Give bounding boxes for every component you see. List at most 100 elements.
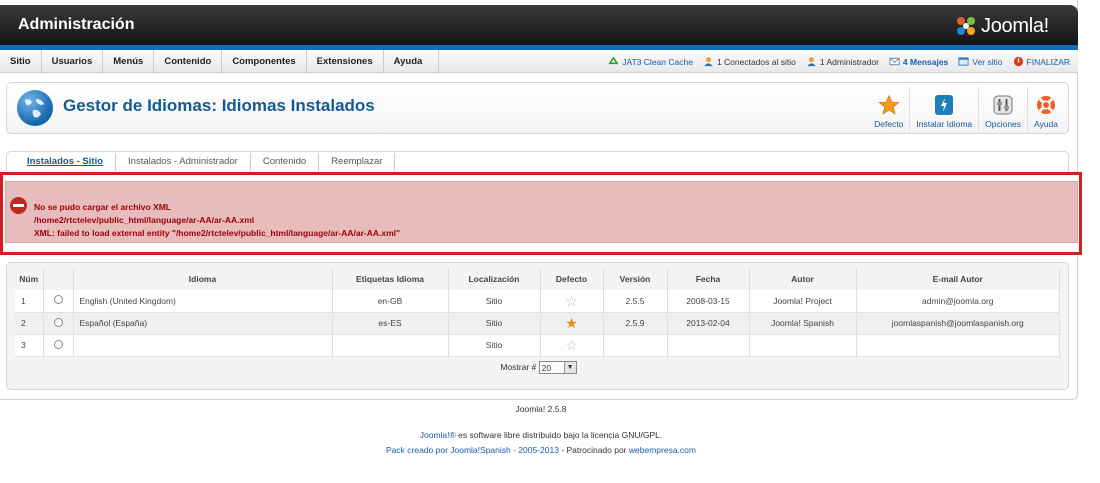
row-version: 2.5.9: [603, 312, 668, 335]
error-line-1: No se pudo cargar el archivo XML: [34, 202, 171, 212]
row-language: English (United Kingdom): [73, 290, 333, 313]
pack-link[interactable]: Pack creado por Joomla!Spanish - 2005-20…: [386, 445, 559, 455]
logout-icon: [1013, 56, 1023, 67]
row-author: Joomla! Project: [749, 290, 857, 313]
install-language-button[interactable]: Instalar Idioma: [909, 87, 978, 131]
options-icon: [993, 95, 1013, 115]
col-location[interactable]: Localización: [448, 268, 541, 290]
menu-extensiones[interactable]: Extensiones: [307, 50, 384, 73]
table-row: 3 Sitio ☆: [15, 334, 1060, 357]
users-icon: [704, 57, 713, 67]
joomla-logo[interactable]: Joomla!: [954, 13, 1049, 39]
row-default-cell: ★: [540, 312, 604, 335]
view-site-icon: [958, 57, 969, 66]
default-button[interactable]: Defecto: [868, 87, 909, 131]
license-text: es software libre distribuido bajo la li…: [455, 430, 663, 440]
row-radio[interactable]: [53, 317, 63, 327]
col-language[interactable]: Idioma: [73, 268, 333, 290]
col-author[interactable]: Autor: [749, 268, 857, 290]
pagination-limit: Mostrar # 20 ▼: [7, 361, 1070, 374]
row-email: [856, 334, 1060, 357]
view-site-link[interactable]: Ver sitio: [958, 56, 1003, 67]
dropdown-arrow-icon: ▼: [563, 362, 576, 373]
row-default-cell: ☆: [540, 290, 604, 313]
options-button-label: Opciones: [985, 119, 1022, 129]
toolbar-buttons: Defecto Instalar Idioma Opciones Ayuda: [868, 87, 1064, 131]
help-icon: [1037, 96, 1056, 114]
row-location: Sitio: [448, 312, 541, 335]
admin-header: Administración Joomla!: [0, 5, 1078, 45]
view-site-label: Ver sitio: [972, 56, 1003, 67]
menu-contenido[interactable]: Contenido: [154, 50, 223, 73]
menu-ayuda[interactable]: Ayuda: [384, 50, 440, 73]
row-language: [73, 334, 333, 357]
admin-users: 1 Administrador: [806, 56, 879, 67]
install-language-label: Instalar Idioma: [916, 119, 973, 129]
messages-link[interactable]: 4 Mensajes: [889, 56, 948, 67]
menu-usuarios[interactable]: Usuarios: [42, 50, 104, 73]
menu-menus[interactable]: Menús: [103, 50, 155, 73]
messages-label: 4 Mensajes: [902, 56, 949, 67]
table-row: 2 Español (España) es-ES Sitio ★ 2.5.9 2…: [15, 312, 1060, 335]
page-toolbar: Gestor de Idiomas: Idiomas Instalados De…: [6, 82, 1069, 134]
limit-value: 20: [541, 362, 552, 373]
error-message: No se pudo cargar el archivo XML /home2/…: [5, 181, 1078, 243]
status-bar: JAT3 Clean Cache 1 Conectados al sitio 1…: [608, 50, 1070, 73]
row-date: 2008-03-15: [667, 290, 750, 313]
star-outline-icon[interactable]: ☆: [565, 337, 578, 353]
submenu-tabs: Instalados - Sitio Instalados - Administ…: [6, 151, 1069, 172]
row-num: 2: [15, 312, 44, 335]
menu-componentes[interactable]: Componentes: [222, 50, 307, 73]
col-tag[interactable]: Etiquetas Idioma: [332, 268, 449, 290]
row-email: admin@joomla.org: [856, 290, 1060, 313]
logout-label: FINALIZAR: [1026, 56, 1070, 67]
clean-cache-link[interactable]: JAT3 Clean Cache: [608, 56, 693, 67]
admin-user-icon: [807, 57, 816, 67]
options-button[interactable]: Opciones: [978, 87, 1027, 131]
col-version[interactable]: Versión: [603, 268, 668, 290]
tab-installed-admin[interactable]: Instalados - Administrador: [116, 153, 251, 171]
limit-select[interactable]: 20 ▼: [538, 361, 577, 374]
footer-credits: Pack creado por Joomla!Spanish - 2005-20…: [0, 445, 1082, 455]
row-radio[interactable]: [53, 295, 63, 305]
star-icon: [878, 94, 900, 115]
main-menu: Sitio Usuarios Menús Contenido Component…: [0, 50, 440, 73]
star-filled-icon: ★: [565, 315, 578, 331]
col-default[interactable]: Defecto: [540, 268, 604, 290]
limit-label: Mostrar #: [500, 361, 537, 372]
menu-sitio[interactable]: Sitio: [0, 50, 42, 73]
tab-content[interactable]: Contenido: [251, 153, 320, 171]
row-author: [749, 334, 857, 357]
row-select-cell: [43, 312, 74, 335]
help-button[interactable]: Ayuda: [1027, 87, 1064, 131]
col-author-email[interactable]: E-mail Autor: [856, 268, 1060, 290]
footer-version: Joomla! 2.5.8: [515, 404, 567, 414]
row-select-cell: [43, 290, 74, 313]
row-version: [603, 334, 668, 357]
error-icon: [10, 197, 27, 214]
menu-bar: Sitio Usuarios Menús Contenido Component…: [0, 50, 1078, 73]
row-tag: es-ES: [332, 312, 449, 335]
tab-override[interactable]: Reemplazar: [319, 153, 396, 171]
row-tag: [332, 334, 449, 357]
row-date: 2013-02-04: [667, 312, 750, 335]
row-email: joomlaspanish@joomlaspanish.org: [856, 312, 1060, 335]
clean-cache-label: JAT3 Clean Cache: [622, 56, 693, 67]
row-default-cell: ☆: [540, 334, 604, 357]
logout-link[interactable]: FINALIZAR: [1013, 56, 1070, 67]
tab-installed-site[interactable]: Instalados - Sitio: [15, 153, 117, 171]
install-icon: [935, 95, 954, 115]
row-location: Sitio: [448, 334, 541, 357]
row-radio[interactable]: [53, 339, 63, 349]
table-row: 1 English (United Kingdom) en-GB Sitio ☆…: [15, 290, 1060, 313]
row-num: 3: [15, 334, 44, 357]
online-users: 1 Conectados al sitio: [703, 56, 796, 67]
error-line-3: XML: failed to load external entity "/ho…: [34, 228, 401, 238]
online-users-label: 1 Conectados al sitio: [716, 56, 796, 67]
star-outline-icon[interactable]: ☆: [565, 293, 578, 309]
error-line-2: /home2/rtctelev/public_html/language/ar-…: [34, 215, 255, 225]
joomla-link[interactable]: Joomla!®: [420, 430, 456, 440]
col-date[interactable]: Fecha: [667, 268, 750, 290]
col-num[interactable]: Núm: [15, 268, 44, 290]
sponsor-link[interactable]: webempresa.com: [629, 445, 696, 455]
